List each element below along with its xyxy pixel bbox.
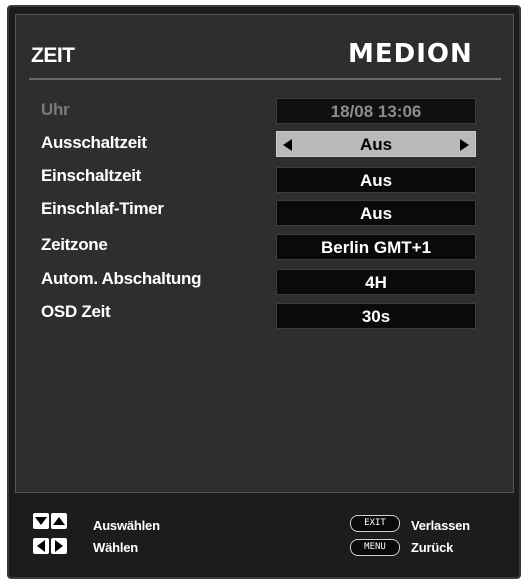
nav-leftright-hint: Wählen — [93, 540, 139, 555]
row-label-einschaltzeit[interactable]: Einschaltzeit — [41, 165, 141, 187]
row-label-uhr: Uhr — [41, 100, 70, 119]
brand-logo: MEDION — [348, 39, 473, 69]
left-arrow-icon[interactable] — [283, 139, 292, 151]
ausschaltzeit-value-text: Aus — [359, 135, 393, 154]
arrow-down-key-icon — [33, 513, 49, 529]
arrow-up-key-icon — [51, 513, 67, 529]
header-divider — [29, 78, 501, 80]
right-arrow-icon[interactable] — [460, 139, 469, 151]
row-label-autom-abschaltung[interactable]: Autom. Abschaltung — [41, 268, 201, 290]
einschaltzeit-value[interactable]: Aus — [276, 167, 476, 193]
row-label-zeitzone[interactable]: Zeitzone — [41, 234, 108, 256]
autom-abschaltung-value[interactable]: 4H — [276, 269, 476, 295]
einschlaf-timer-value[interactable]: Aus — [276, 200, 476, 226]
exit-hint: Verlassen — [411, 518, 470, 533]
row-label-einschlaf-timer[interactable]: Einschlaf-Timer — [41, 198, 164, 220]
zeitzone-value[interactable]: Berlin GMT+1 — [276, 234, 476, 260]
menu-hint: Zurück — [411, 540, 454, 555]
osd-zeit-value[interactable]: 30s — [276, 303, 476, 329]
nav-updown-hint: Auswählen — [93, 518, 160, 533]
row-label-osd-zeit[interactable]: OSD Zeit — [41, 301, 111, 323]
clock-value: 18/08 13:06 — [276, 98, 476, 124]
page-title: ZEIT — [31, 44, 75, 67]
arrow-left-key-icon — [33, 538, 49, 554]
menu-key-icon: MENU — [350, 539, 400, 556]
arrow-right-key-icon — [51, 538, 67, 554]
row-label-ausschaltzeit[interactable]: Ausschaltzeit — [41, 132, 147, 154]
exit-key-icon: EXIT — [350, 515, 400, 532]
ausschaltzeit-value[interactable]: Aus — [276, 131, 476, 157]
